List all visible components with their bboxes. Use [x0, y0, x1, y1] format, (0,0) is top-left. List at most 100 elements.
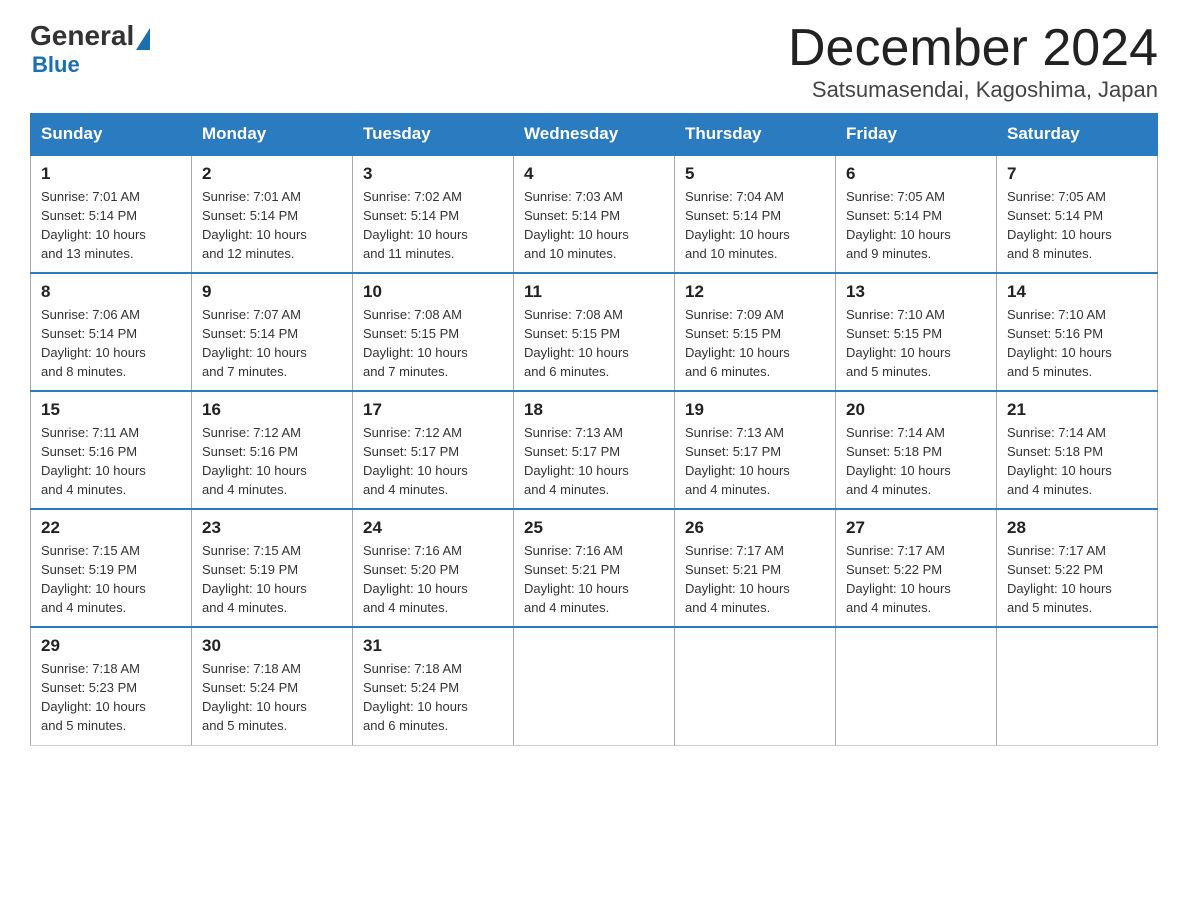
calendar-day-20: 20Sunrise: 7:14 AMSunset: 5:18 PMDayligh…: [836, 391, 997, 509]
calendar-day-13: 13 Sunrise: 7:10 AMSunset: 5:15 PMDayligh…: [836, 273, 997, 391]
column-header-thursday: Thursday: [675, 114, 836, 156]
day-number: 3: [363, 164, 503, 184]
calendar-header-row: SundayMondayTuesdayWednesdayThursdayFrid…: [31, 114, 1158, 156]
day-info: Sunrise: 7:14 AMSunset: 5:18 PMDaylight:…: [1007, 424, 1147, 499]
day-info: Sunrise: 7:13 AMSunset: 5:17 PMDaylight:…: [685, 424, 825, 499]
day-number: 24: [363, 518, 503, 538]
calendar-day-2: 2 Sunrise: 7:01 AMSunset: 5:14 PMDaylight…: [192, 155, 353, 273]
calendar-day-24: 24 Sunrise: 7:16 AMSunset: 5:20 PMDayligh…: [353, 509, 514, 627]
day-info: Sunrise: 7:18 AMSunset: 5:24 PMDaylight:…: [202, 660, 342, 735]
day-info: Sunrise: 7:02 AMSunset: 5:14 PMDaylight:…: [363, 188, 503, 263]
calendar-day-6: 6 Sunrise: 7:05 AMSunset: 5:14 PMDaylight…: [836, 155, 997, 273]
calendar-week-row-1: 1 Sunrise: 7:01 AMSunset: 5:14 PMDaylight…: [31, 155, 1158, 273]
calendar-empty-cell: [836, 627, 997, 745]
calendar-day-16: 16 Sunrise: 7:12 AMSunset: 5:16 PMDayligh…: [192, 391, 353, 509]
calendar-day-14: 14 Sunrise: 7:10 AMSunset: 5:16 PMDayligh…: [997, 273, 1158, 391]
day-number: 2: [202, 164, 342, 184]
day-number: 27: [846, 518, 986, 538]
day-number: 17: [363, 400, 503, 420]
calendar-day-10: 10 Sunrise: 7:08 AMSunset: 5:15 PMDayligh…: [353, 273, 514, 391]
day-info: Sunrise: 7:13 AMSunset: 5:17 PMDaylight:…: [524, 424, 664, 499]
day-info: Sunrise: 7:03 AMSunset: 5:14 PMDaylight:…: [524, 188, 664, 263]
calendar-empty-cell: [997, 627, 1158, 745]
day-info: Sunrise: 7:12 AMSunset: 5:16 PMDaylight:…: [202, 424, 342, 499]
day-number: 22: [41, 518, 181, 538]
day-number: 19: [685, 400, 825, 420]
logo: General Blue: [30, 20, 150, 78]
calendar-week-row-4: 22 Sunrise: 7:15 AMSunset: 5:19 PMDayligh…: [31, 509, 1158, 627]
day-info: Sunrise: 7:18 AMSunset: 5:24 PMDaylight:…: [363, 660, 503, 735]
calendar-day-4: 4 Sunrise: 7:03 AMSunset: 5:14 PMDaylight…: [514, 155, 675, 273]
day-info: Sunrise: 7:16 AMSunset: 5:20 PMDaylight:…: [363, 542, 503, 617]
day-number: 16: [202, 400, 342, 420]
calendar-day-17: 17Sunrise: 7:12 AMSunset: 5:17 PMDayligh…: [353, 391, 514, 509]
day-number: 29: [41, 636, 181, 656]
month-title: December 2024: [788, 20, 1158, 77]
column-header-monday: Monday: [192, 114, 353, 156]
calendar-day-15: 15Sunrise: 7:11 AMSunset: 5:16 PMDayligh…: [31, 391, 192, 509]
day-number: 20: [846, 400, 986, 420]
calendar-day-9: 9 Sunrise: 7:07 AMSunset: 5:14 PMDaylight…: [192, 273, 353, 391]
day-number: 11: [524, 282, 664, 302]
day-info: Sunrise: 7:11 AMSunset: 5:16 PMDaylight:…: [41, 424, 181, 499]
day-number: 31: [363, 636, 503, 656]
day-number: 26: [685, 518, 825, 538]
day-info: Sunrise: 7:17 AMSunset: 5:22 PMDaylight:…: [1007, 542, 1147, 617]
day-info: Sunrise: 7:07 AMSunset: 5:14 PMDaylight:…: [202, 306, 342, 381]
day-number: 21: [1007, 400, 1147, 420]
day-number: 10: [363, 282, 503, 302]
day-info: Sunrise: 7:06 AMSunset: 5:14 PMDaylight:…: [41, 306, 181, 381]
calendar-day-7: 7 Sunrise: 7:05 AMSunset: 5:14 PMDaylight…: [997, 155, 1158, 273]
day-info: Sunrise: 7:01 AMSunset: 5:14 PMDaylight:…: [202, 188, 342, 263]
page-header: General Blue December 2024 Satsumasendai…: [30, 20, 1158, 103]
day-number: 25: [524, 518, 664, 538]
calendar-day-28: 28Sunrise: 7:17 AMSunset: 5:22 PMDayligh…: [997, 509, 1158, 627]
day-info: Sunrise: 7:05 AMSunset: 5:14 PMDaylight:…: [846, 188, 986, 263]
day-info: Sunrise: 7:10 AMSunset: 5:16 PMDaylight:…: [1007, 306, 1147, 381]
day-number: 12: [685, 282, 825, 302]
day-info: Sunrise: 7:15 AMSunset: 5:19 PMDaylight:…: [41, 542, 181, 617]
day-info: Sunrise: 7:01 AMSunset: 5:14 PMDaylight:…: [41, 188, 181, 263]
calendar-day-30: 30 Sunrise: 7:18 AMSunset: 5:24 PMDayligh…: [192, 627, 353, 745]
day-number: 9: [202, 282, 342, 302]
day-info: Sunrise: 7:16 AMSunset: 5:21 PMDaylight:…: [524, 542, 664, 617]
calendar-day-19: 19 Sunrise: 7:13 AMSunset: 5:17 PMDayligh…: [675, 391, 836, 509]
calendar-day-11: 11 Sunrise: 7:08 AMSunset: 5:15 PMDayligh…: [514, 273, 675, 391]
day-number: 6: [846, 164, 986, 184]
calendar-day-12: 12 Sunrise: 7:09 AMSunset: 5:15 PMDayligh…: [675, 273, 836, 391]
calendar-day-27: 27 Sunrise: 7:17 AMSunset: 5:22 PMDayligh…: [836, 509, 997, 627]
day-number: 23: [202, 518, 342, 538]
column-header-friday: Friday: [836, 114, 997, 156]
logo-triangle-icon: [136, 28, 150, 50]
location-subtitle: Satsumasendai, Kagoshima, Japan: [788, 77, 1158, 103]
day-info: Sunrise: 7:08 AMSunset: 5:15 PMDaylight:…: [363, 306, 503, 381]
day-number: 7: [1007, 164, 1147, 184]
calendar-table: SundayMondayTuesdayWednesdayThursdayFrid…: [30, 113, 1158, 746]
day-info: Sunrise: 7:10 AMSunset: 5:15 PMDaylight:…: [846, 306, 986, 381]
calendar-day-22: 22 Sunrise: 7:15 AMSunset: 5:19 PMDayligh…: [31, 509, 192, 627]
calendar-week-row-2: 8 Sunrise: 7:06 AMSunset: 5:14 PMDaylight…: [31, 273, 1158, 391]
day-number: 13: [846, 282, 986, 302]
logo-general-text: General: [30, 20, 134, 52]
calendar-day-26: 26Sunrise: 7:17 AMSunset: 5:21 PMDayligh…: [675, 509, 836, 627]
day-number: 14: [1007, 282, 1147, 302]
calendar-day-1: 1 Sunrise: 7:01 AMSunset: 5:14 PMDaylight…: [31, 155, 192, 273]
day-number: 4: [524, 164, 664, 184]
day-info: Sunrise: 7:04 AMSunset: 5:14 PMDaylight:…: [685, 188, 825, 263]
day-info: Sunrise: 7:17 AMSunset: 5:22 PMDaylight:…: [846, 542, 986, 617]
column-header-sunday: Sunday: [31, 114, 192, 156]
day-info: Sunrise: 7:09 AMSunset: 5:15 PMDaylight:…: [685, 306, 825, 381]
calendar-week-row-3: 15Sunrise: 7:11 AMSunset: 5:16 PMDayligh…: [31, 391, 1158, 509]
calendar-day-8: 8 Sunrise: 7:06 AMSunset: 5:14 PMDaylight…: [31, 273, 192, 391]
day-info: Sunrise: 7:08 AMSunset: 5:15 PMDaylight:…: [524, 306, 664, 381]
calendar-day-23: 23Sunrise: 7:15 AMSunset: 5:19 PMDayligh…: [192, 509, 353, 627]
day-number: 18: [524, 400, 664, 420]
logo-blue-text: Blue: [32, 52, 150, 78]
calendar-day-18: 18 Sunrise: 7:13 AMSunset: 5:17 PMDayligh…: [514, 391, 675, 509]
calendar-empty-cell: [675, 627, 836, 745]
day-info: Sunrise: 7:05 AMSunset: 5:14 PMDaylight:…: [1007, 188, 1147, 263]
day-number: 30: [202, 636, 342, 656]
day-number: 8: [41, 282, 181, 302]
day-info: Sunrise: 7:18 AMSunset: 5:23 PMDaylight:…: [41, 660, 181, 735]
day-number: 1: [41, 164, 181, 184]
